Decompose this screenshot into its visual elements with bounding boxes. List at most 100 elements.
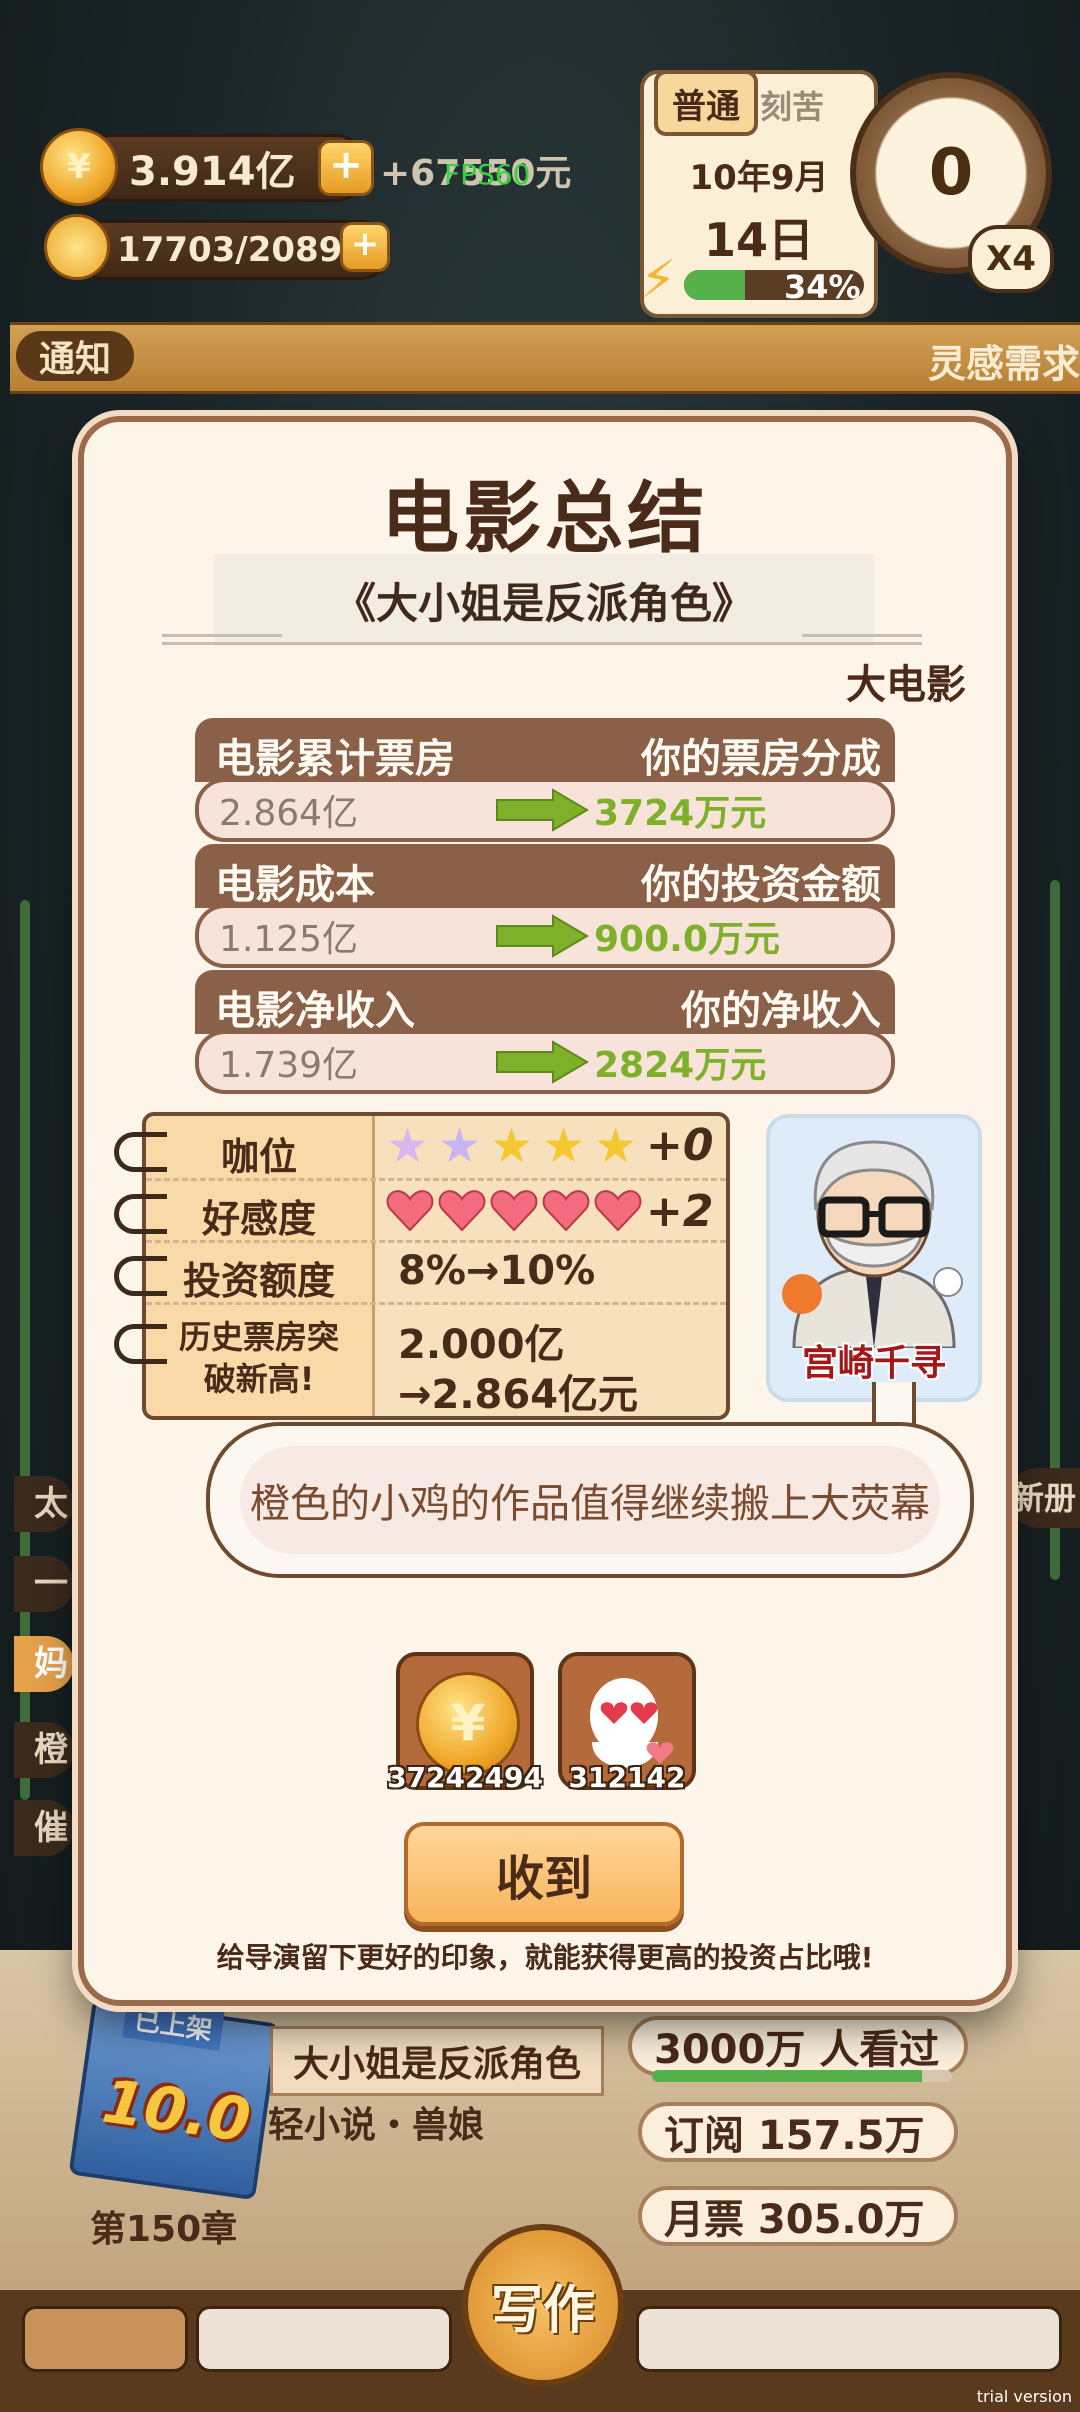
record-label-line2: 破新高! xyxy=(203,1360,315,1398)
green-arrow-icon xyxy=(496,914,589,958)
film-type: 大电影 xyxy=(846,662,966,708)
book-title: 大小姐是反派角色 xyxy=(270,2026,605,2096)
date-panel: 普通 刻苦 10年9月 14日 34% ⚡ xyxy=(640,70,878,318)
dialog-footnote: 给导演留下更好的印象，就能获得更高的投资占比哦! xyxy=(216,1941,874,1974)
side-label-right[interactable]: 新册 xyxy=(1008,1468,1080,1528)
reward-count: 312142 xyxy=(568,1761,686,1794)
heart-icon xyxy=(490,1190,538,1232)
confirm-button[interactable]: 收到 xyxy=(404,1822,684,1926)
fps-counter: FPS60 xyxy=(444,158,531,191)
rank-label: 咖位 xyxy=(220,1135,297,1179)
book-score: 10.0 xyxy=(98,2066,255,2157)
book-cover[interactable]: 已上架 10.0 xyxy=(68,1996,280,2201)
toolbar-slot[interactable] xyxy=(22,2306,188,2372)
film-name: 《大小姐是反派角色》 xyxy=(214,554,874,646)
stat-values: 1.739亿 2824万元 xyxy=(195,1030,895,1094)
book-genre: 轻小说・兽娘 xyxy=(268,2105,485,2146)
lightbulb-icon xyxy=(44,214,110,280)
star-icon: ★ xyxy=(542,1118,586,1174)
write-button[interactable]: 写作 xyxy=(462,2224,624,2386)
green-arrow-icon xyxy=(496,788,589,832)
director-name: 宫崎千寻 xyxy=(801,1343,946,1384)
favor-hearts xyxy=(386,1186,646,1238)
write-label: 写作 xyxy=(490,2280,595,2341)
stat-right-label: 你的票房分成 xyxy=(641,736,881,782)
record-label-line1: 历史票房突 xyxy=(178,1318,339,1356)
readers-progress-fill xyxy=(652,2070,922,2082)
notice-bar[interactable]: 通知 灵感需求 xyxy=(10,322,1080,394)
stat-right-value: 900.0万元 xyxy=(594,919,780,960)
heart-icon xyxy=(386,1190,434,1232)
stat-left-value: 1.125亿 xyxy=(219,919,359,960)
subscriptions-pill: 订阅 157.5万 xyxy=(638,2102,958,2162)
reward-fans[interactable]: 312142 xyxy=(558,1652,696,1794)
energy-bar-fill xyxy=(684,270,746,300)
speed-label: X4 xyxy=(986,239,1036,279)
invest-label: 投资额度 xyxy=(182,1259,335,1303)
heart-icon xyxy=(594,1190,642,1232)
stat-right-value: 2824万元 xyxy=(594,1045,767,1086)
star-icon: ★ xyxy=(594,1118,638,1174)
green-arrow-icon xyxy=(496,1040,589,1084)
director-avatar xyxy=(782,1140,963,1348)
stat-header: 电影累计票房 你的票房分成 xyxy=(195,718,895,782)
record-value-line2: →2.864亿元 xyxy=(398,1372,639,1418)
stat-left-label: 电影净收入 xyxy=(215,988,415,1034)
readers-progress xyxy=(652,2070,952,2082)
stat-box-office: 电影累计票房 你的票房分成 2.864亿 3724万元 xyxy=(195,718,895,842)
toolbar-slot[interactable] xyxy=(636,2306,1062,2372)
star-icon: ★ xyxy=(386,1118,430,1174)
book-chapter: 第150章 xyxy=(90,2209,238,2250)
toolbar-slot[interactable] xyxy=(196,2306,452,2372)
stat-cost: 电影成本 你的投资金额 1.125亿 900.0万元 xyxy=(195,844,895,968)
speech-text: 橙色的小鸡的作品值得继续搬上大荧幕 xyxy=(240,1446,940,1554)
reward-coin[interactable]: ¥ 37242494 xyxy=(387,1652,543,1794)
stat-values: 1.125亿 900.0万元 xyxy=(195,904,895,968)
side-label[interactable]: 橙 xyxy=(14,1722,74,1778)
stat-left-label: 电影成本 xyxy=(215,862,375,908)
movie-summary-dialog: 电影总结 《大小姐是反派角色》 大电影 电影累计票房 你的票房分成 2.864亿… xyxy=(78,416,1012,2006)
stat-left-value: 2.864亿 xyxy=(219,793,359,834)
stat-header: 电影净收入 你的净收入 xyxy=(195,970,895,1034)
director-portrait: 宫崎千寻 xyxy=(766,1114,982,1402)
monthly-tickets-count: 月票 305.0万 xyxy=(664,2197,925,2243)
speed-button[interactable]: X4 xyxy=(968,225,1054,293)
side-label[interactable]: 妈 xyxy=(14,1636,74,1692)
stat-left-value: 1.739亿 xyxy=(219,1045,359,1086)
subscriptions-count: 订阅 157.5万 xyxy=(664,2113,925,2159)
heart-icon xyxy=(542,1190,590,1232)
gold-amount: 3.914亿 xyxy=(129,149,296,195)
favor-label: 好感度 xyxy=(201,1197,316,1241)
dialog-title: 电影总结 xyxy=(380,474,709,564)
rank-stars: ★ ★ ★ ★ ★ xyxy=(386,1122,646,1174)
heart-icon xyxy=(438,1190,486,1232)
energy-percent: 34% xyxy=(784,268,861,306)
confirm-label: 收到 xyxy=(495,1851,592,1907)
monthly-tickets-pill: 月票 305.0万 xyxy=(638,2186,958,2246)
notice-tag: 通知 xyxy=(16,331,134,381)
lightning-icon: ⚡ xyxy=(640,250,677,310)
side-label[interactable]: 太 xyxy=(14,1476,74,1532)
divider xyxy=(802,634,922,637)
notice-text: 灵感需求 xyxy=(927,342,1080,386)
favor-bonus: +2 xyxy=(646,1186,714,1237)
side-label[interactable]: 一 xyxy=(14,1556,74,1612)
divider xyxy=(162,642,922,645)
watermark: trial version xyxy=(976,2387,1072,2406)
readers-pill: 3000万 人看过 xyxy=(628,2016,968,2082)
stat-right-label: 你的净收入 xyxy=(681,988,881,1034)
stat-net-income: 电影净收入 你的净收入 1.739亿 2824万元 xyxy=(195,970,895,1094)
invest-value: 8%→10% xyxy=(398,1248,596,1294)
date-month: 10年9月 xyxy=(689,158,829,198)
stat-header: 电影成本 你的投资金额 xyxy=(195,844,895,908)
clock-value: 0 xyxy=(928,136,974,210)
side-label[interactable]: 催 xyxy=(14,1800,74,1856)
stat-right-label: 你的投资金额 xyxy=(641,862,881,908)
add-gold-button[interactable]: + xyxy=(318,140,374,196)
speech-bubble: 橙色的小鸡的作品值得继续搬上大荧幕 xyxy=(206,1422,974,1578)
stat-values: 2.864亿 3724万元 xyxy=(195,778,895,842)
inspiration-amount: 17703/20899 xyxy=(117,230,366,270)
stat-left-label: 电影累计票房 xyxy=(215,736,455,782)
add-inspiration-button[interactable]: + xyxy=(340,222,390,272)
mode-tag[interactable]: 普通 xyxy=(654,70,758,136)
